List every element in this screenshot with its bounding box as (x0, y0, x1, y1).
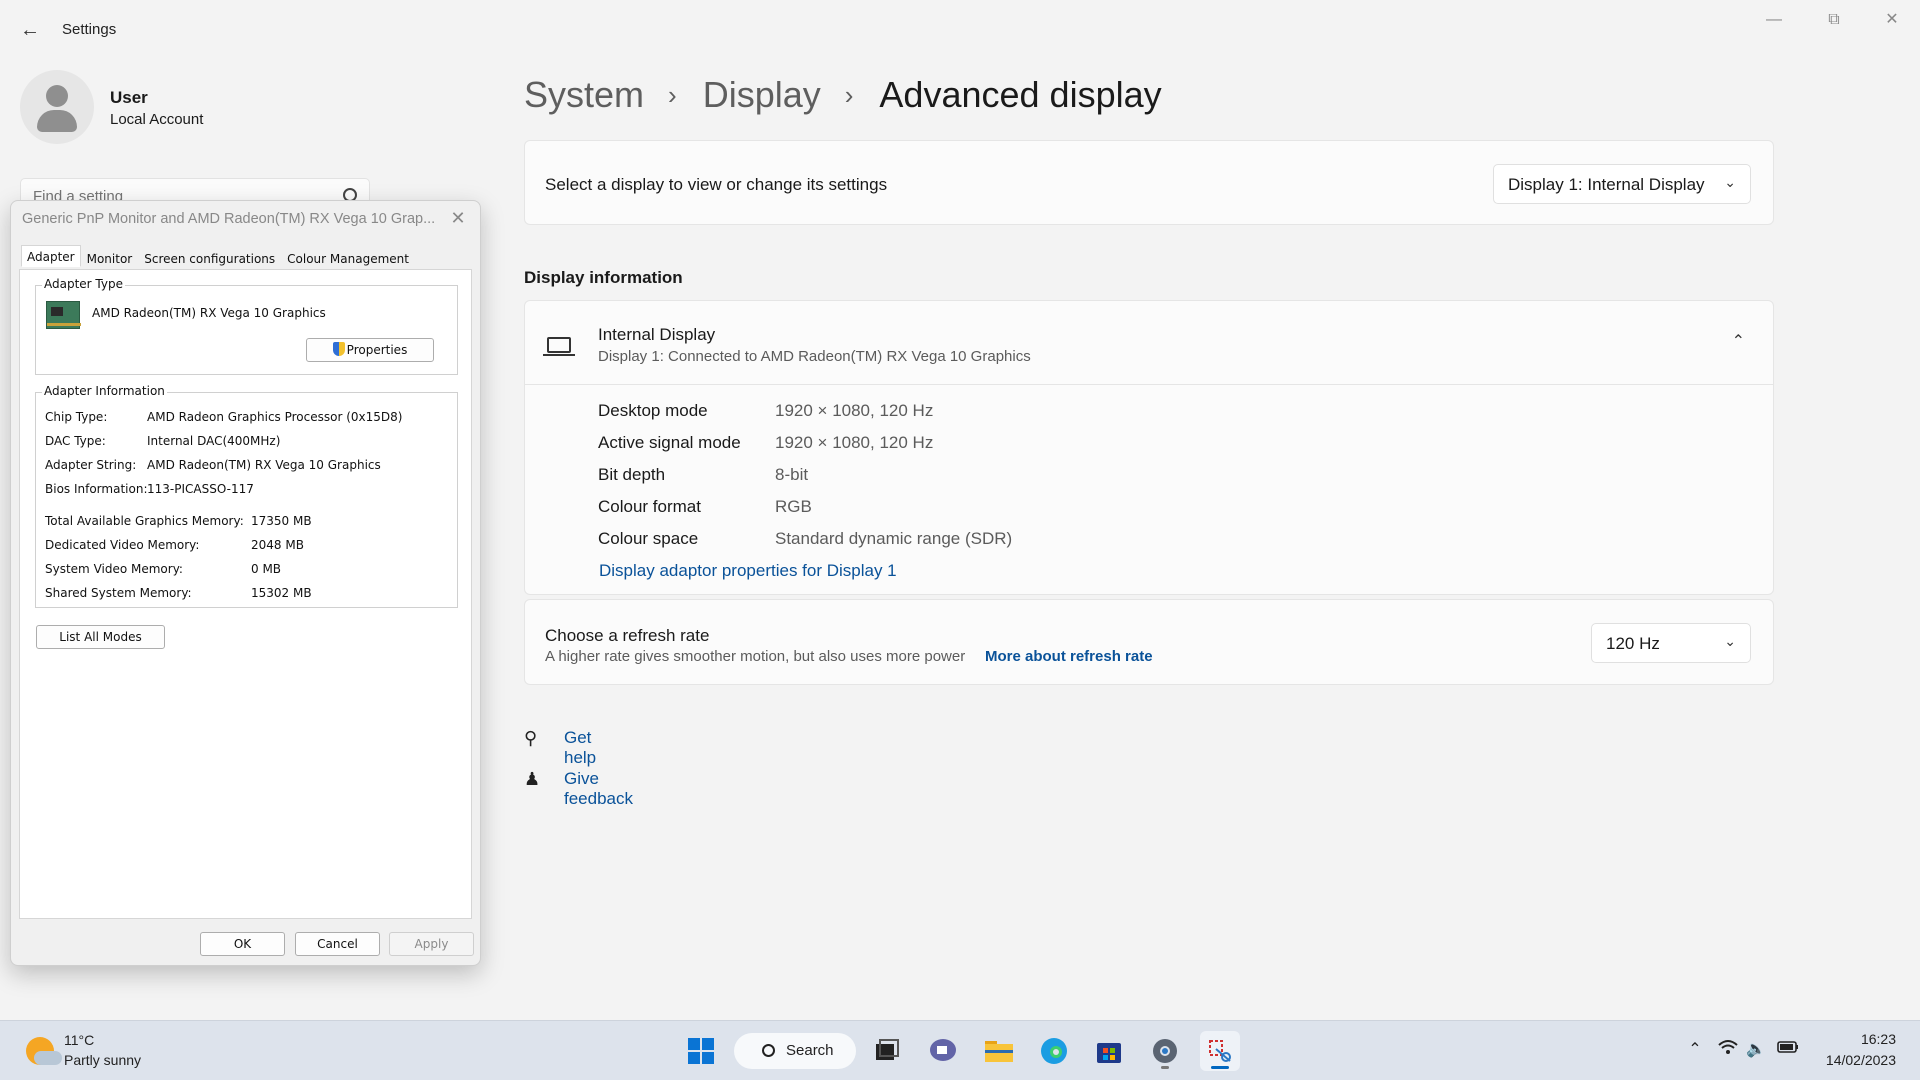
weather-temperature: 11°C (64, 1032, 95, 1048)
refresh-rate-title: Choose a refresh rate (545, 626, 710, 645)
feedback-icon: ♟ (524, 769, 541, 789)
refresh-rate-dropdown[interactable]: 120 Hz ⌄ (1591, 623, 1751, 663)
adapter-name: AMD Radeon(TM) RX Vega 10 Graphics (92, 306, 326, 320)
display-info-card: Internal Display Display 1: Connected to… (524, 300, 1774, 595)
chevron-up-icon[interactable]: ⌃ (1732, 331, 1745, 351)
memory-key: Shared System Memory: (45, 586, 192, 600)
clock-time[interactable]: 16:23 (1861, 1031, 1896, 1047)
info-value: AMD Radeon Graphics Processor (0x15D8) (147, 410, 403, 424)
display-adaptor-properties-link[interactable]: Display adaptor properties for Display 1 (599, 561, 897, 581)
properties-button[interactable]: Properties (306, 338, 434, 362)
graphics-card-icon (46, 301, 81, 329)
info-key: Bios Information: (45, 482, 148, 496)
chevron-down-icon: ⌄ (1724, 174, 1736, 190)
section-title: Display information (524, 268, 683, 287)
taskbar-search[interactable]: Search (734, 1033, 856, 1069)
title-bar: ← Settings — ⧉ ✕ (0, 0, 1920, 60)
minimize-icon[interactable]: — (1754, 8, 1794, 32)
chevron-down-icon: ⌄ (1724, 633, 1736, 649)
task-view-icon[interactable] (867, 1031, 907, 1071)
apply-button[interactable]: Apply (389, 932, 474, 956)
refresh-rate-value: 120 Hz (1606, 634, 1660, 653)
display-info-header[interactable]: Internal Display Display 1: Connected to… (525, 301, 1773, 385)
battery-icon[interactable] (1777, 1039, 1799, 1061)
volume-icon[interactable]: 🔈 (1745, 1039, 1767, 1061)
file-explorer-icon[interactable] (979, 1031, 1019, 1071)
adapter-type-group: Adapter Type AMD Radeon(TM) RX Vega 10 G… (35, 277, 458, 375)
display-name: Internal Display (598, 325, 716, 344)
restore-icon[interactable]: ⧉ (1814, 8, 1854, 32)
list-all-modes-button[interactable]: List All Modes (36, 625, 165, 649)
weather-description: Partly sunny (64, 1052, 142, 1068)
cancel-button[interactable]: Cancel (295, 932, 380, 956)
more-about-refresh-rate-link[interactable]: More about refresh rate (985, 648, 1153, 665)
start-icon[interactable] (681, 1031, 721, 1071)
info-value: AMD Radeon(TM) RX Vega 10 Graphics (147, 458, 381, 472)
memory-key: Dedicated Video Memory: (45, 538, 200, 552)
chevron-right-icon: › (844, 79, 854, 110)
laptop-icon (547, 337, 571, 353)
adapter-information-label: Adapter Information (42, 384, 167, 398)
teams-chat-icon[interactable] (923, 1031, 963, 1071)
tab-colour-management[interactable]: Colour Management (281, 247, 415, 269)
memory-value: 0 MB (251, 562, 282, 576)
display-connection: Display 1: Connected to AMD Radeon(TM) R… (598, 348, 1031, 365)
adapter-tab-panel: Adapter Type AMD Radeon(TM) RX Vega 10 G… (19, 269, 472, 919)
display-select-card: Select a display to view or change its s… (524, 140, 1774, 225)
adapter-type-label: Adapter Type (42, 277, 125, 291)
refresh-rate-description: A higher rate gives smoother motion, but… (545, 648, 966, 665)
taskbar: 11°C Partly sunny Search ⌃ 🔈 16:23 14/02… (0, 1020, 1920, 1080)
breadcrumb-display[interactable]: Display (703, 74, 821, 116)
dialog-title: Generic PnP Monitor and AMD Radeon(TM) R… (22, 211, 436, 227)
info-value: 113-PICASSO-117 (147, 482, 254, 496)
memory-value: 17350 MB (251, 514, 312, 528)
app-title: Settings (62, 21, 117, 38)
chevron-right-icon: › (668, 79, 677, 110)
uac-shield-icon (332, 342, 345, 356)
memory-key: System Video Memory: (45, 562, 183, 576)
info-key: Chip Type: (45, 410, 108, 424)
breadcrumb: System › Display › Advanced display (524, 70, 1162, 120)
store-icon[interactable] (1089, 1031, 1129, 1071)
tab-screen-configurations[interactable]: Screen configurations (138, 247, 281, 269)
ok-button[interactable]: OK (200, 932, 285, 956)
user-profile[interactable]: User Local Account (20, 70, 360, 146)
breadcrumb-system[interactable]: System (524, 74, 644, 116)
chevron-up-icon[interactable]: ⌃ (1684, 1039, 1706, 1061)
tab-monitor[interactable]: Monitor (81, 247, 139, 269)
clock-date[interactable]: 14/02/2023 (1826, 1052, 1896, 1068)
display-dropdown[interactable]: Display 1: Internal Display ⌄ (1493, 164, 1751, 204)
tab-adapter[interactable]: Adapter (21, 245, 81, 267)
info-key: DAC Type: (45, 434, 106, 448)
memory-key: Total Available Graphics Memory: (45, 514, 244, 528)
wifi-icon[interactable] (1717, 1039, 1739, 1061)
adapter-information-group: Adapter Information Chip Type: AMD Radeo… (35, 384, 458, 608)
arrow-left-icon[interactable]: ← (18, 18, 42, 42)
display-select-label: Select a display to view or change its s… (545, 175, 888, 194)
edge-icon[interactable] (1034, 1031, 1074, 1071)
memory-value: 2048 MB (251, 538, 304, 552)
refresh-rate-card: Choose a refresh rate A higher rate give… (524, 599, 1774, 685)
account-type: Local Account (110, 111, 204, 128)
close-icon[interactable]: ✕ (446, 207, 470, 231)
adapter-properties-dialog: Generic PnP Monitor and AMD Radeon(TM) R… (10, 200, 481, 966)
close-icon[interactable]: ✕ (1872, 8, 1912, 32)
search-icon (762, 1044, 775, 1057)
info-key: Adapter String: (45, 458, 137, 472)
page-title: Advanced display (879, 74, 1162, 115)
settings-icon[interactable] (1145, 1031, 1185, 1071)
help-icon: ⚲ (524, 728, 538, 748)
memory-value: 15302 MB (251, 586, 312, 600)
dialog-tabs: Adapter Monitor Screen configurations Co… (21, 245, 415, 269)
avatar (20, 70, 94, 144)
snipping-tool-icon[interactable] (1200, 1031, 1240, 1071)
display-dropdown-value: Display 1: Internal Display (1508, 175, 1705, 194)
user-name: User (110, 88, 148, 107)
info-value: Internal DAC(400MHz) (147, 434, 281, 448)
